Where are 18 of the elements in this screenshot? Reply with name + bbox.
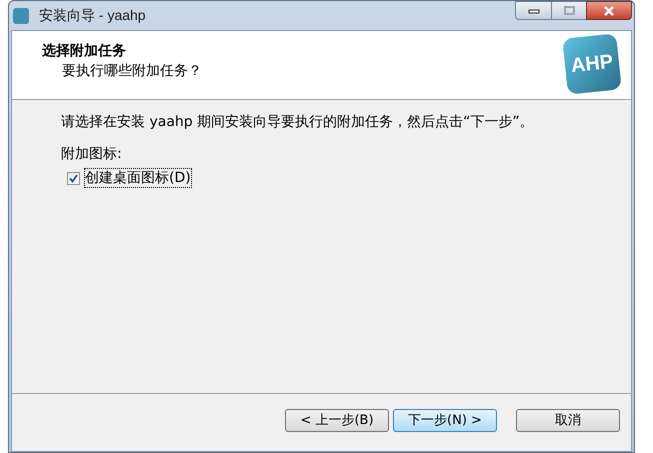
- checkbox[interactable]: [67, 172, 80, 184]
- close-button[interactable]: [586, 1, 632, 20]
- close-icon: [603, 6, 615, 16]
- wizard-button[interactable]: 下一步(N) >: [393, 409, 497, 432]
- page-subtitle: 要执行哪些附加任务？: [61, 62, 202, 81]
- logo-text: AHP: [569, 50, 615, 80]
- instruction-text: 请选择在安装 yaahp 期间安装向导要执行的附加任务，然后点击“下一步”。: [61, 113, 535, 132]
- checkbox-label[interactable]: 创建桌面图标(D): [84, 168, 192, 188]
- minimize-button[interactable]: [515, 1, 552, 20]
- page-title: 选择附加任务: [42, 42, 127, 61]
- wizard-button[interactable]: < 上一步(B): [285, 409, 389, 432]
- minimize-icon: [528, 8, 540, 14]
- wizard-button[interactable]: 取消: [516, 409, 620, 432]
- app-icon: [13, 8, 29, 24]
- maximize-icon: [564, 6, 574, 15]
- window-title: 安装向导 - yaahp: [39, 6, 146, 25]
- maximize-button[interactable]: [552, 1, 586, 20]
- group-label: 附加图标:: [61, 145, 123, 164]
